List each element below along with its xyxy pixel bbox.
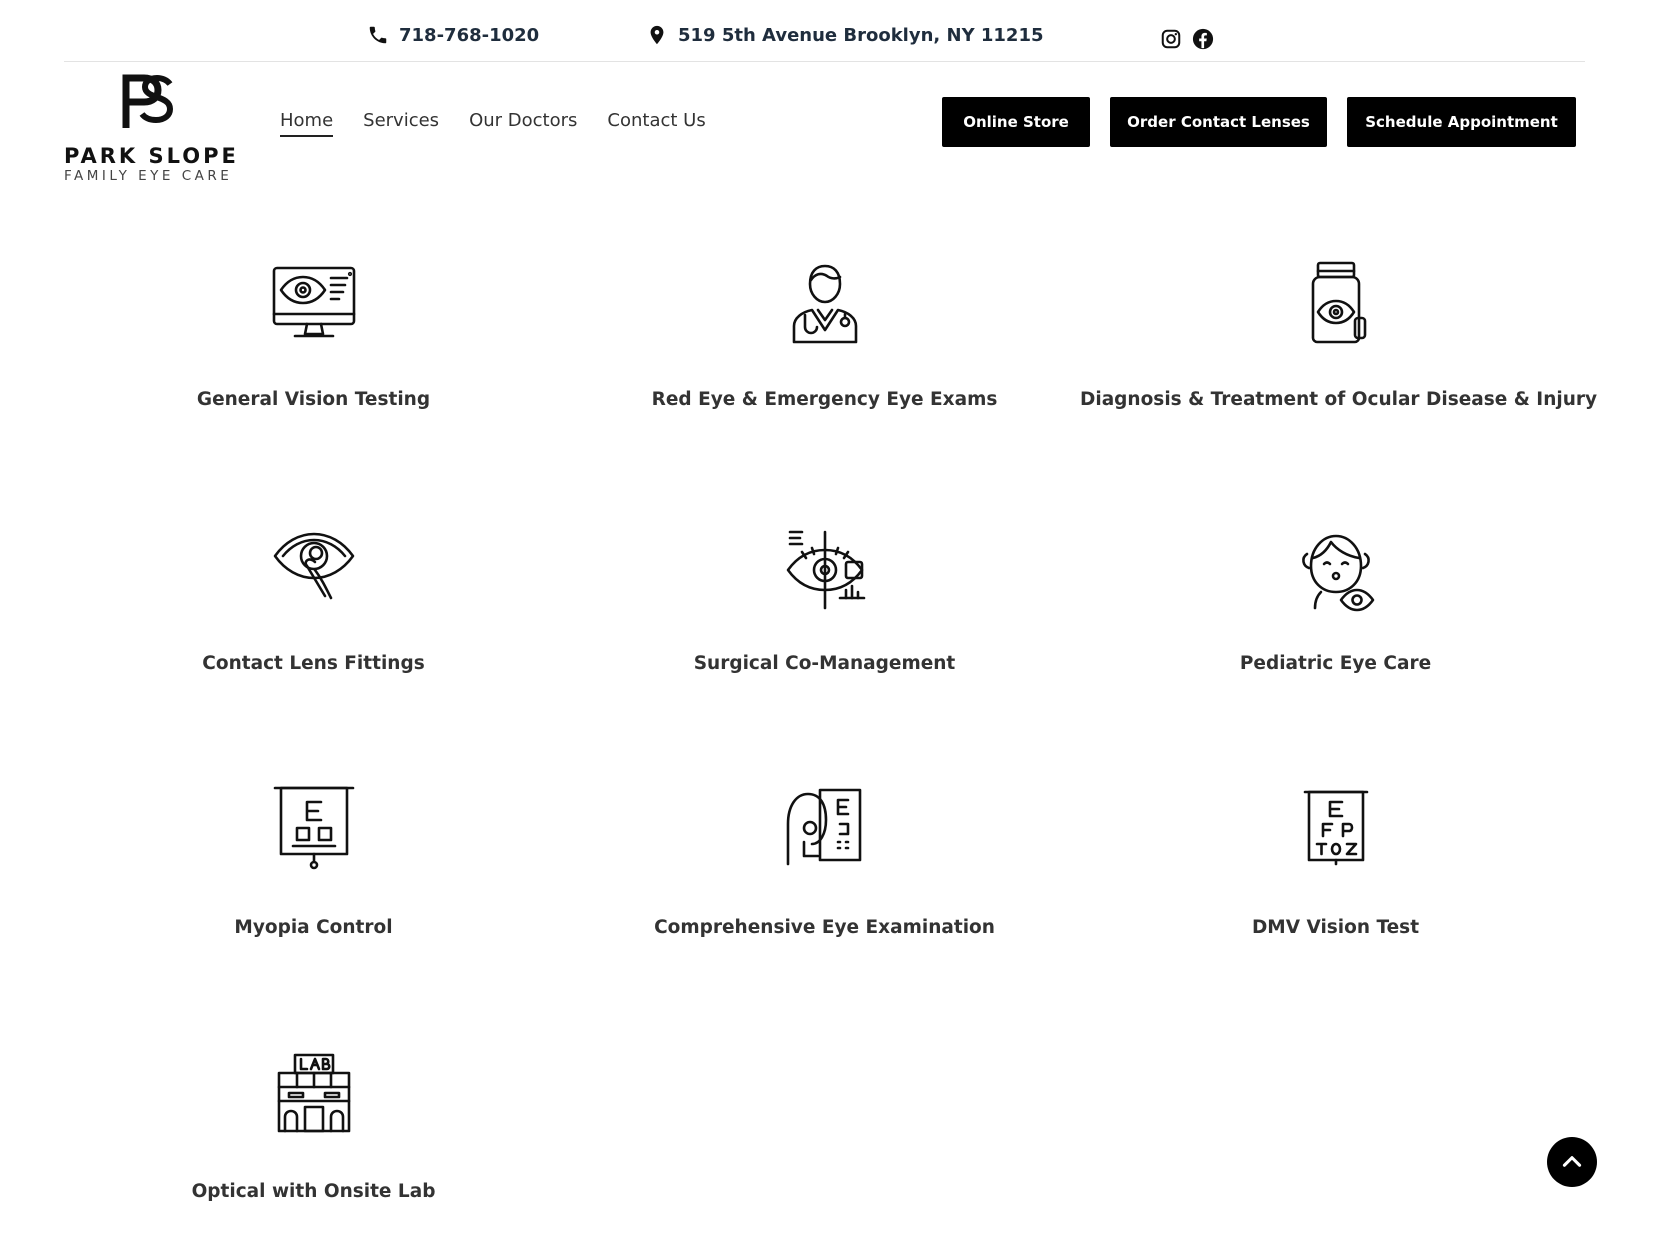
child-eye-icon: [1302, 534, 1375, 612]
service-label: Comprehensive Eye Examination: [654, 917, 995, 938]
service-label: DMV Vision Test: [1251, 917, 1420, 938]
eye-scan-icon: [786, 530, 866, 610]
service-label: Pediatric Eye Care: [1239, 653, 1432, 674]
service-label: Contact Lens Fittings: [202, 653, 425, 674]
service-label: Red Eye & Emergency Eye Exams: [651, 389, 998, 410]
service-label: Diagnosis & Treatment of Ocular Disease …: [1080, 389, 1598, 410]
doctor-icon: [792, 264, 858, 344]
back-to-top-button[interactable]: [1547, 1137, 1597, 1187]
eye-chart-board-icon: [273, 786, 355, 870]
service-label: Optical with Onsite Lab: [191, 1181, 436, 1202]
services-grid: General Vision Testing Red Eye & Emergen…: [0, 0, 1655, 1234]
service-label: Myopia Control: [234, 917, 393, 938]
lab-building-icon: [277, 1053, 351, 1133]
eye-drops-bottle-icon: [1311, 261, 1367, 344]
chevron-up-icon: [1562, 1156, 1582, 1167]
contact-lens-icon: [273, 532, 355, 600]
snellen-chart-icon: [1303, 790, 1369, 866]
monitor-eye-icon: [272, 266, 356, 338]
service-label: General Vision Testing: [196, 389, 431, 410]
service-label: Surgical Co-Management: [693, 653, 956, 674]
patient-eye-chart-icon: [786, 788, 862, 866]
